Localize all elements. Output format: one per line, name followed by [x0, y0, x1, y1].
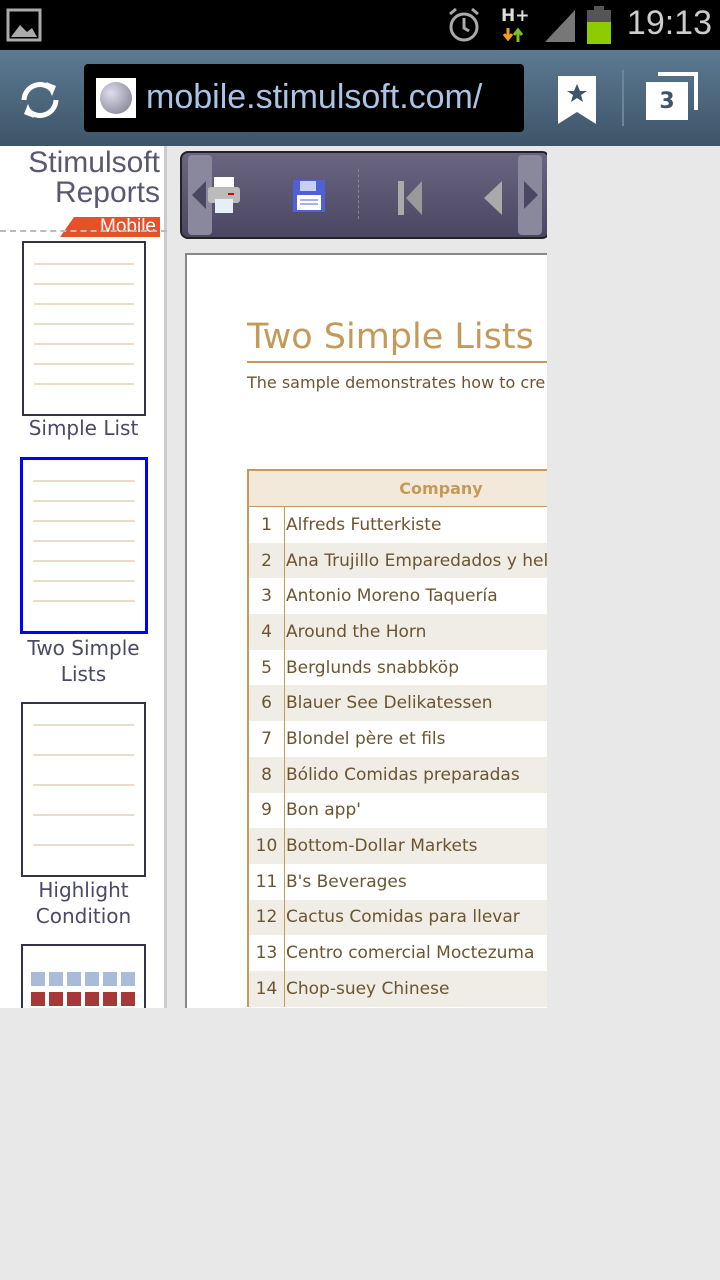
company-name: Chop-suey Chinese [286, 978, 450, 999]
data-arrows-icon [502, 27, 524, 42]
tabs-button[interactable]: 3 [646, 72, 698, 122]
company-name: Blauer See Delikatessen [286, 693, 493, 714]
company-name: Bólido Comidas preparadas [286, 764, 520, 785]
url-text: mobile.stimulsoft.com/ [146, 78, 483, 116]
row-number: 8 [249, 756, 285, 793]
company-name: Alfreds Futterkiste [286, 514, 442, 535]
thumbnail-highlight-condition[interactable] [21, 702, 146, 877]
first-page-icon[interactable] [396, 179, 424, 217]
company-name: Centro comercial Moctezuma [286, 943, 535, 964]
table-row: 3 Antonio Moreno Taquería [249, 578, 547, 615]
row-number: 11 [249, 863, 285, 900]
company-name: B's Beverages [286, 871, 407, 892]
table-row: 6 Blauer See Delikatessen [249, 685, 547, 722]
status-bar: H+ 19:13 [0, 0, 720, 50]
row-number: 13 [249, 935, 285, 971]
table-row: 11 B's Beverages [249, 863, 547, 900]
thumbnail-simple-list[interactable] [22, 241, 146, 416]
globe-icon [96, 78, 136, 118]
table-row: 1 Alfreds Futterkiste [249, 507, 547, 543]
table-row: 5 Berglunds snabbköp [249, 649, 547, 686]
bookmark-icon[interactable] [556, 74, 598, 126]
refresh-icon[interactable] [16, 76, 64, 124]
report-sidebar[interactable]: Stimulsoft Reports Mobile Simple List Two… [0, 146, 167, 1008]
company-name: Blondel père et fils [286, 728, 446, 749]
chevron-right-icon [524, 181, 538, 209]
row-number: 9 [249, 792, 285, 829]
title-underline [247, 361, 547, 363]
signal-icon [545, 10, 575, 42]
column-header-company: Company [399, 479, 483, 498]
row-number: 2 [249, 542, 285, 579]
company-name: Antonio Moreno Taquería [286, 586, 498, 607]
print-icon[interactable] [206, 175, 242, 215]
tab-count: 3 [646, 82, 688, 120]
clock: 19:13 [626, 4, 712, 42]
table-row: 14 Chop-suey Chinese [249, 970, 547, 1007]
web-content: Stimulsoft Reports Mobile Simple List Two… [0, 146, 547, 1008]
report-title: Two Simple Lists [247, 317, 534, 357]
battery-icon [587, 6, 611, 44]
company-name: Bottom-Dollar Markets [286, 836, 478, 857]
table-row: 2 Ana Trujillo Emparedados y hela [249, 542, 547, 579]
row-number: 3 [249, 578, 285, 615]
previous-page-icon[interactable] [482, 179, 504, 217]
divider [0, 230, 167, 232]
row-number: 4 [249, 614, 285, 650]
thumbnail-label[interactable]: Two Simple Lists [0, 635, 167, 687]
table-row: 4 Around the Horn [249, 614, 547, 650]
row-number: 6 [249, 685, 285, 722]
thumbnail-label[interactable]: Simple List [0, 415, 167, 441]
report-subtitle: The sample demonstrates how to cre [247, 373, 546, 392]
company-name: Berglunds snabbköp [286, 657, 459, 678]
logo: Stimulsoft Reports Mobile [28, 146, 160, 237]
table-row: 7 Blondel père et fils [249, 721, 547, 757]
company-name: Around the Horn [286, 621, 427, 642]
row-number: 10 [249, 828, 285, 864]
company-table: Company 1 Alfreds Futterkiste 2 Ana Trujill… [247, 469, 547, 1007]
scroll-right-button[interactable] [518, 155, 542, 235]
table-row: 10 Bottom-Dollar Markets [249, 828, 547, 864]
thumbnail-two-simple-lists[interactable] [20, 457, 148, 634]
table-row: 8 Bólido Comidas preparadas [249, 756, 547, 793]
table-row: 12 Cactus Comidas para llevar [249, 899, 547, 936]
table-row: 13 Centro comercial Moctezuma [249, 935, 547, 971]
report-toolbar [180, 151, 547, 239]
thumbnail-label[interactable]: Highlight Condition [0, 877, 167, 929]
company-name: Bon app' [286, 800, 361, 821]
company-name: Cactus Comidas para llevar [286, 907, 520, 928]
divider [358, 169, 359, 219]
gallery-icon [6, 8, 42, 42]
row-number: 12 [249, 899, 285, 936]
url-bar[interactable]: mobile.stimulsoft.com/ [84, 64, 524, 132]
alarm-icon [449, 7, 479, 42]
thumbnail-shapes[interactable] [21, 944, 146, 1008]
row-number: 1 [249, 507, 285, 543]
browser-bar: mobile.stimulsoft.com/ 3 [0, 50, 720, 146]
network-type: H+ [501, 6, 530, 26]
row-number: 5 [249, 649, 285, 686]
report-page: Two Simple Lists The sample demonstrates… [185, 253, 547, 1008]
company-name: Ana Trujillo Emparedados y hela [286, 550, 547, 571]
table-row: 9 Bon app' [249, 792, 547, 829]
table-header: Company [249, 471, 547, 507]
row-number: 14 [249, 970, 285, 1007]
row-number: 7 [249, 721, 285, 757]
save-icon[interactable] [292, 179, 326, 213]
divider [622, 70, 624, 126]
